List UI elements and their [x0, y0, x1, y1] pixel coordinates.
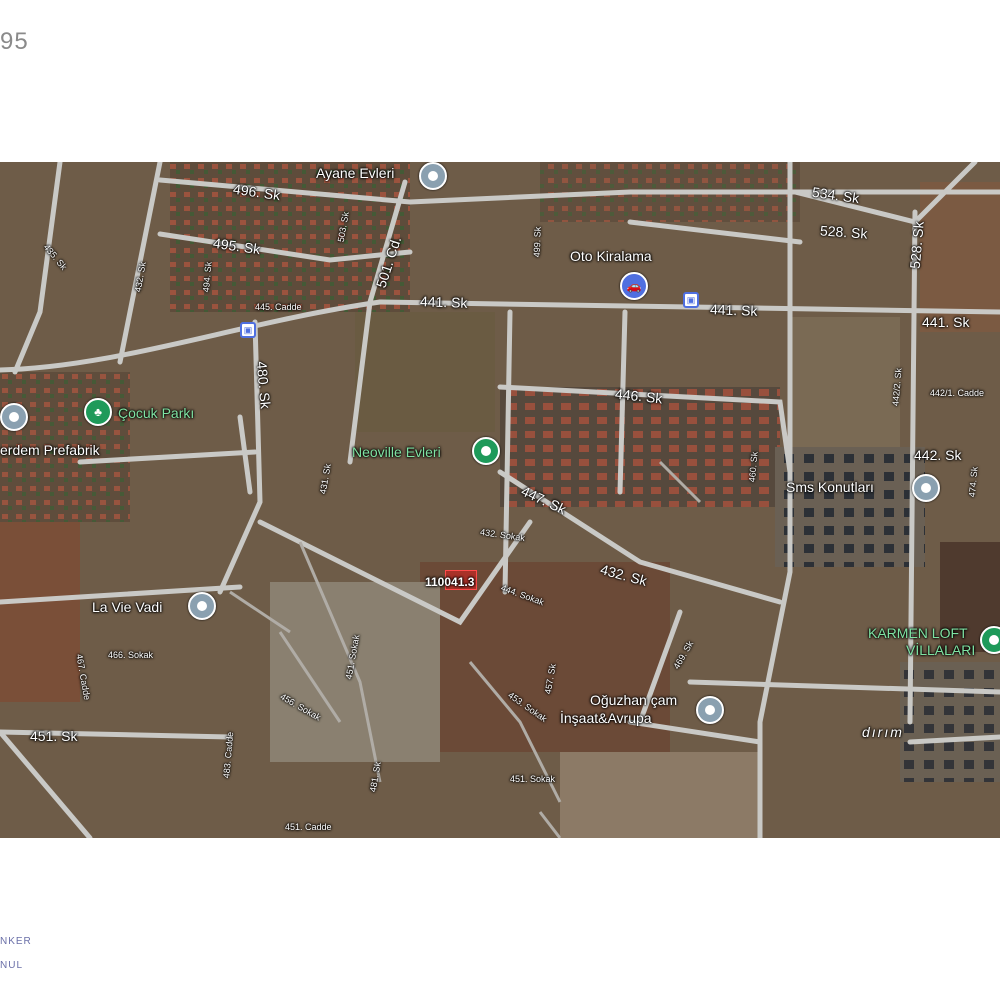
place-label-sms[interactable]: Sms Konutları	[786, 479, 874, 495]
road-label-499: 499. Sk	[531, 226, 543, 258]
place-label-karmen-1[interactable]: KARMEN LOFT	[868, 625, 968, 641]
location-pin-icon[interactable]	[912, 474, 940, 502]
road-label-451: 451. Sk	[30, 728, 78, 744]
location-pin-icon[interactable]	[0, 403, 28, 431]
car-rental-icon[interactable]: 🚗	[620, 272, 648, 300]
satellite-map[interactable]: 110041.3 496. Sk 495. Sk 494. Sk 432. Sk…	[0, 162, 1000, 838]
bus-stop-icon[interactable]: ▣	[240, 322, 256, 338]
road-label-451c: 451. Cadde	[285, 822, 332, 832]
road-label-451-sokak: 451. Sokak	[510, 774, 556, 784]
place-label-erdem[interactable]: erdem Prefabrik	[0, 442, 100, 458]
place-label-oguzhan-2[interactable]: İnşaat&Avrupa	[560, 710, 652, 726]
place-label-cocuk[interactable]: Çocuk Parkı	[118, 405, 194, 421]
road-label-466: 466. Sokak	[108, 650, 154, 660]
location-pin-icon[interactable]	[188, 592, 216, 620]
location-pin-icon[interactable]	[980, 626, 1000, 654]
place-label-lavie[interactable]: La Vie Vadi	[92, 599, 162, 615]
place-label-karmen-2[interactable]: VİLLALARI	[906, 642, 975, 658]
road-label-441b: 441. Sk	[709, 301, 758, 319]
road-label-442a: 442. Sk	[914, 447, 962, 463]
corner-number: 95	[0, 28, 29, 55]
map-base	[0, 162, 1000, 838]
footer-text-2: NUL	[0, 960, 24, 971]
bus-stop-icon[interactable]: ▣	[683, 292, 699, 308]
road-label-441c: 441. Sk	[922, 314, 970, 330]
road-label-442-1: 442/1. Cadde	[930, 388, 985, 398]
road-label-528a: 528. Sk	[819, 222, 868, 242]
footer-text-1: NKER	[0, 936, 32, 947]
road-label-445: 445. Cadde	[255, 302, 302, 312]
place-label-ayane[interactable]: Ayane Evleri	[316, 165, 394, 181]
parcel-label: 110041.3	[425, 575, 475, 589]
location-pin-icon[interactable]	[696, 696, 724, 724]
place-label-neoville[interactable]: Neoville Evleri	[352, 444, 441, 460]
location-pin-icon[interactable]	[419, 162, 447, 190]
road-label-441a: 441. Sk	[419, 293, 468, 311]
place-label-dirim: dırım	[862, 724, 904, 740]
place-label-oto[interactable]: Oto Kiralama	[570, 248, 652, 264]
place-label-oguzhan-1[interactable]: Oğuzhan çam	[590, 692, 677, 708]
park-tree-icon[interactable]: ♣	[84, 398, 112, 426]
location-pin-icon[interactable]	[472, 437, 500, 465]
